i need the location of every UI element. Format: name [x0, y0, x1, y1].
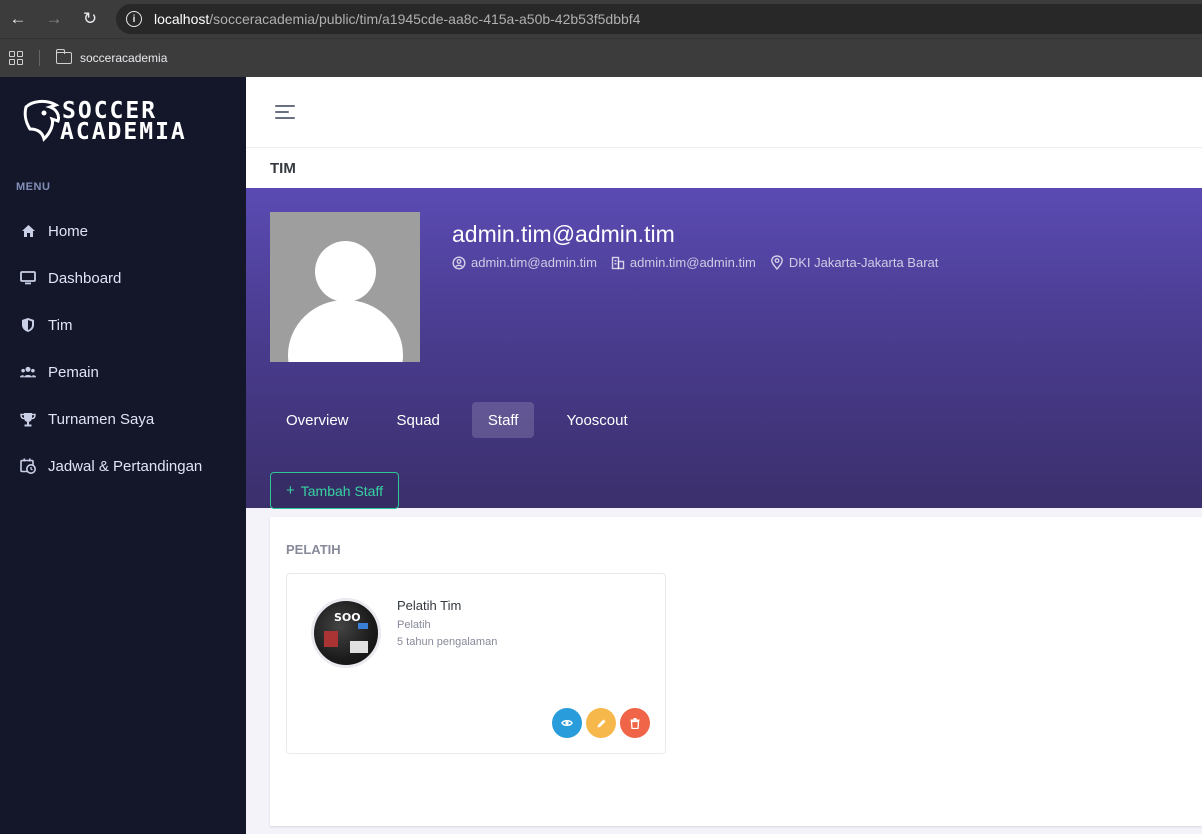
staff-content-card: PELATIH SOO Pelatih Tim Pelatih 5 tahun … [270, 517, 1202, 826]
eye-icon [561, 720, 573, 726]
delete-button[interactable] [620, 708, 650, 738]
logo[interactable]: SOCCER ACADEMIA [22, 99, 237, 149]
staff-card: SOO Pelatih Tim Pelatih 5 tahun pengalam… [286, 573, 666, 754]
topbar [246, 77, 1202, 148]
plus-icon: + [285, 482, 295, 499]
logo-text: SOCCER ACADEMIA [60, 100, 187, 145]
sidebar-item-jadwal-pertandingan[interactable]: Jadwal & Pertandingan [20, 454, 202, 478]
meta-text: admin.tim@admin.tim [471, 255, 597, 270]
map-pin-icon [770, 255, 784, 270]
staff-name: Pelatih Tim [397, 598, 462, 613]
url-host: localhost [154, 11, 210, 27]
calendar-clock-icon [20, 458, 36, 474]
browser-toolbar: ← → ↻ i localhost/socceracademia/public/… [0, 0, 1202, 38]
back-icon[interactable]: ← [0, 0, 36, 38]
sidebar-item-tim[interactable]: Tim [20, 313, 72, 337]
meta-email: admin.tim@admin.tim [452, 255, 597, 270]
meta-text: admin.tim@admin.tim [629, 255, 756, 270]
sidebar-item-home[interactable]: Home [20, 219, 88, 243]
building-icon [611, 256, 625, 270]
profile-banner: admin.tim@admin.tim admin.tim@admin.tim … [246, 188, 1202, 509]
trash-icon [630, 717, 640, 729]
section-title: PELATIH [286, 542, 341, 557]
home-icon [20, 223, 36, 239]
tab-squad[interactable]: Squad [381, 402, 456, 438]
profile-tabs: Overview Squad Staff Yooscout [270, 402, 660, 438]
address-bar[interactable]: i localhost/socceracademia/public/tim/a1… [116, 4, 1202, 34]
staff-role: Pelatih [397, 619, 431, 631]
sidebar-item-turnamen-saya[interactable]: Turnamen Saya [20, 407, 154, 431]
user-pin-icon [452, 255, 466, 270]
monitor-icon [20, 270, 36, 286]
bookmarks-bar: socceracademia [0, 38, 1202, 77]
reload-icon[interactable]: ↻ [72, 0, 108, 38]
staff-photo: SOO [311, 598, 381, 668]
users-icon [20, 364, 36, 380]
info-icon[interactable]: i [126, 11, 142, 27]
meta-location: DKI Jakarta-Jakarta Barat [770, 255, 939, 270]
pencil-icon [597, 719, 605, 727]
view-button[interactable] [552, 708, 582, 738]
profile-meta: admin.tim@admin.tim admin.tim@admin.tim … [452, 255, 952, 270]
meta-text: DKI Jakarta-Jakarta Barat [788, 255, 939, 270]
tab-overview[interactable]: Overview [270, 402, 365, 438]
apps-grid-icon[interactable] [9, 51, 23, 65]
sidebar: SOCCER ACADEMIA MENU Home Dashboard Tim … [0, 77, 246, 834]
profile-name: admin.tim@admin.tim [452, 221, 675, 247]
tab-staff[interactable]: Staff [471, 402, 535, 438]
hamburger-menu-icon[interactable] [275, 105, 295, 119]
sidebar-item-label: Dashboard [48, 269, 122, 287]
folder-icon[interactable] [55, 49, 72, 64]
team-avatar [270, 212, 420, 362]
sidebar-item-label: Pemain [48, 363, 99, 381]
menu-title: MENU [16, 181, 51, 193]
sidebar-item-label: Home [48, 222, 89, 240]
sidebar-item-pemain[interactable]: Pemain [20, 360, 99, 384]
meta-company: admin.tim@admin.tim [611, 255, 756, 270]
logo-line-2: ACADEMIA [60, 119, 187, 145]
shield-icon [20, 317, 36, 333]
sidebar-item-label: Turnamen Saya [48, 410, 155, 428]
sidebar-item-label: Jadwal & Pertandingan [48, 457, 203, 475]
url-path: /socceracademia/public/tim/a1945cde-aa8c… [209, 11, 641, 27]
trophy-icon [20, 411, 36, 427]
sidebar-item-label: Tim [48, 316, 73, 334]
staff-experience: 5 tahun pengalaman [397, 636, 498, 648]
forward-icon[interactable]: → [36, 0, 72, 38]
eagle-logo-icon [23, 99, 60, 142]
tab-yooscout[interactable]: Yooscout [550, 402, 643, 438]
page-title-bar: TIM [246, 148, 1202, 188]
sidebar-item-dashboard[interactable]: Dashboard [20, 266, 121, 290]
add-staff-label: Tambah Staff [300, 482, 383, 499]
page-title: TIM [270, 160, 296, 177]
edit-button[interactable] [586, 708, 616, 738]
add-staff-button[interactable]: + Tambah Staff [270, 472, 399, 509]
bookmark-socceracademia[interactable]: socceracademia [80, 51, 167, 65]
bookmark-separator [39, 50, 40, 66]
